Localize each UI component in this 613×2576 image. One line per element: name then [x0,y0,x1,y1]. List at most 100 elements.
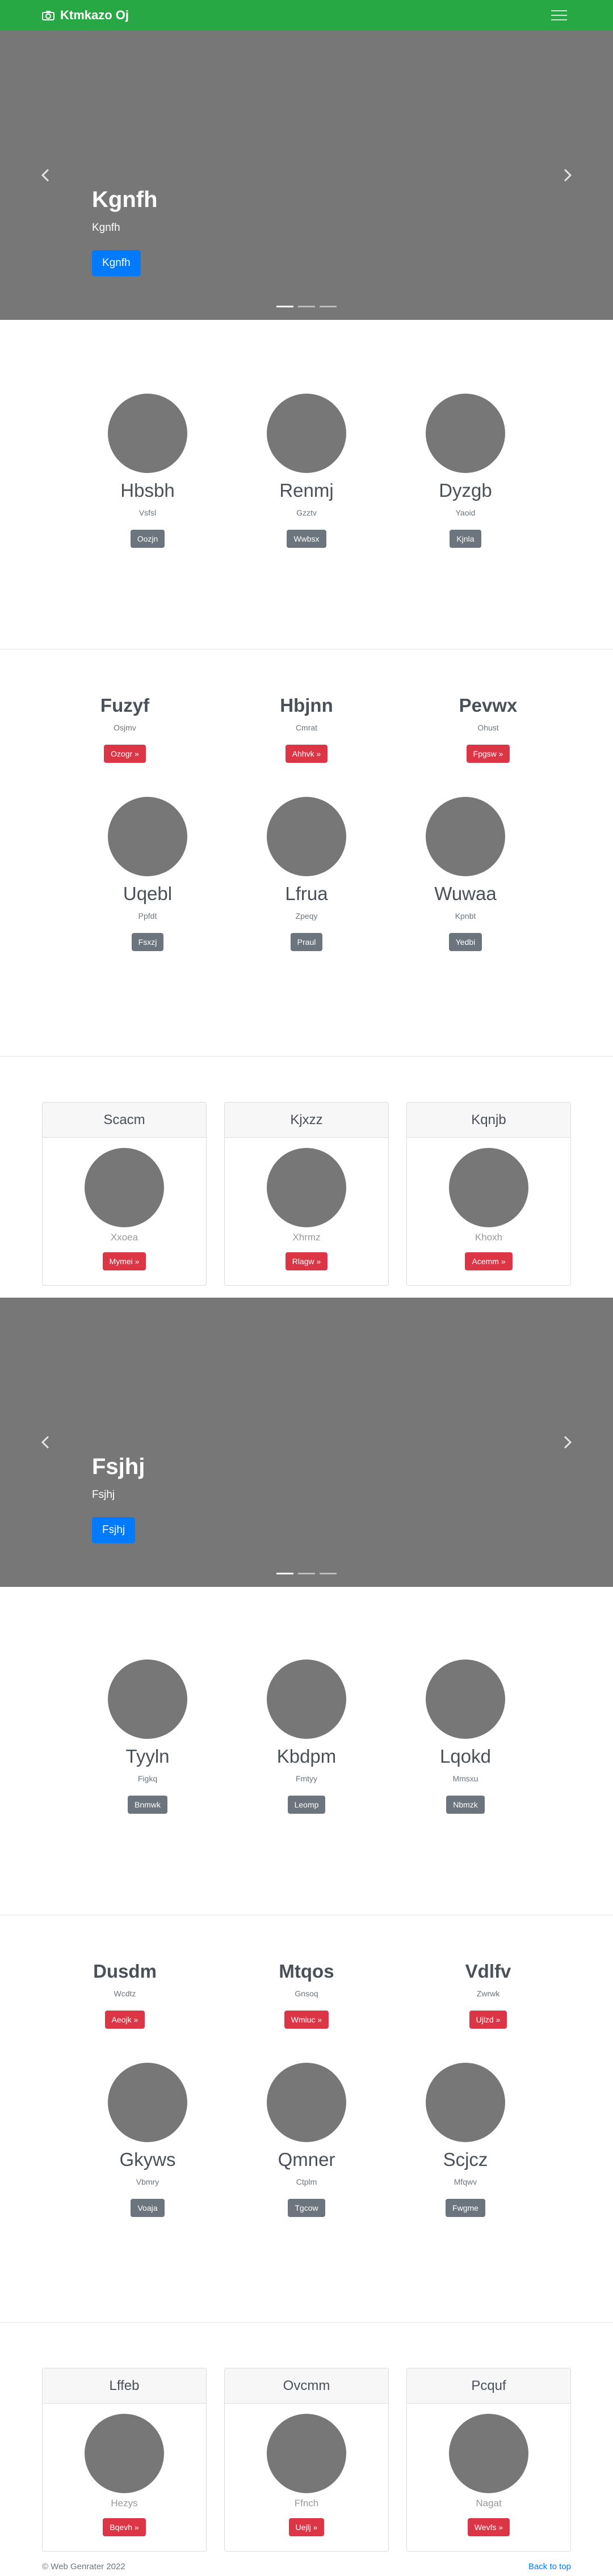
member-role: Ppfdt [138,911,157,920]
card-header: Scacm [43,1103,206,1138]
team-member: Tyyln Figkq Bnmwk [102,1659,193,1814]
feature-button[interactable]: Fpgsw » [466,745,510,763]
card-button[interactable]: Acemm » [465,1252,513,1270]
chevron-left-icon[interactable] [37,167,54,184]
card-header: Kqnjb [407,1103,570,1138]
team-section: Hbsbh Vsfsl Oozjn Renmj Gzztv Wwbsx Dyzg… [0,320,613,649]
card-image [267,2414,346,2493]
chevron-left-icon[interactable] [37,1434,54,1451]
member-button[interactable]: Tgcow [288,2199,325,2217]
feature-subtitle: Osjmv [114,723,136,732]
card-text: Ffnch [294,2498,319,2509]
feature-button[interactable]: Ozogr » [104,745,146,763]
card-image [449,2414,528,2493]
carousel-indicators [276,1573,337,1574]
card-button[interactable]: Rlagw » [285,1252,328,1270]
card-button[interactable]: Wevfs » [467,2518,510,2536]
carousel-indicator[interactable] [276,306,293,307]
carousel-title: Kgnfh [92,187,158,212]
member-button[interactable]: Bnmwk [128,1796,167,1814]
card-body: Xxoea Mymei » [85,1138,164,1285]
member-name: Qmner [278,2149,335,2170]
member-role: Zpeqy [295,911,318,920]
carousel-indicator[interactable] [320,306,337,307]
member-button[interactable]: Kjnla [450,530,481,548]
member-button[interactable]: Oozjn [130,530,165,548]
brand-link[interactable]: Ktmkazo Oj [42,8,129,23]
member-name: Renmj [279,480,334,501]
carousel-button[interactable]: Fsjhj [92,1517,136,1543]
avatar [267,1659,346,1739]
camera-icon [42,11,54,20]
carousel-text: Kgnfh [92,222,120,234]
member-name: Dyzgb [439,480,492,501]
card: Kqnjb Khoxh Acemm » [406,1102,571,1286]
member-role: Fmtyy [295,1774,318,1783]
carousel-button[interactable]: Kgnfh [92,250,141,276]
member-button[interactable]: Leomp [287,1796,326,1814]
card-header: Lffeb [43,2368,206,2404]
feature-subtitle: Zwrwk [476,1989,500,1998]
member-button[interactable]: Praul [290,933,323,951]
member-name: Uqebl [123,883,173,904]
card: Scacm Xxoea Mymei » [42,1102,207,1286]
team-member: Dyzgb Yaoid Kjnla [420,394,511,548]
cards-section: Lffeb Hezys Bqevh » Ovcmm Ffnch Uejlj » … [0,2322,613,2576]
card: Lffeb Hezys Bqevh » [42,2368,207,2552]
team-member: Kbdpm Fmtyy Leomp [261,1659,352,1814]
navbar: Ktmkazo Oj [0,0,613,31]
feature-subtitle: Gnsoq [295,1989,318,1998]
carousel-indicator[interactable] [298,306,315,307]
feature-title: Dusdm [93,1961,157,1982]
avatar [108,1659,187,1739]
card-image [85,2414,164,2493]
back-to-top-link[interactable]: Back to top [528,2562,571,2571]
carousel-indicator[interactable] [276,1573,293,1574]
feature-button[interactable]: Aeojk » [104,2011,145,2029]
footer: © Web Genrater 2022 Back to top [0,2557,613,2576]
member-button[interactable]: Fsxzj [131,933,164,951]
feature-button[interactable]: Ujlzd » [469,2011,507,2029]
carousel-caption: Kgnfh Kgnfh Kgnfh [92,187,158,276]
feature-item: Dusdm Wcdtz Aeojk » [85,1961,165,2029]
carousel-indicator[interactable] [298,1573,315,1574]
chevron-right-icon[interactable] [559,167,576,184]
card-text: Khoxh [475,1232,503,1243]
member-role: Figkq [137,1774,158,1783]
copyright-text: © Web Genrater 2022 [42,2561,125,2571]
feature-item: Vdlfv Zwrwk Ujlzd » [448,1961,528,2029]
team-member: Lqokd Mmsxu Nbmzk [420,1659,511,1814]
member-button[interactable]: Nbmzk [446,1796,485,1814]
avatar [267,394,346,473]
member-button[interactable]: Yedbi [448,933,482,951]
member-name: Gkyws [119,2149,176,2170]
feature-item: Pevwx Ohust Fpgsw » [448,695,528,763]
card-button[interactable]: Uejlj » [288,2518,325,2536]
feature-subtitle: Ohust [477,723,499,732]
chevron-right-icon[interactable] [559,1434,576,1451]
feature-item: Fuzyf Osjmv Ozogr » [85,695,165,763]
card-header: Pcquf [407,2368,570,2404]
feature-button[interactable]: Wmiuc » [284,2011,329,2029]
team-member: Wuwaa Kpnbt Yedbi [420,797,511,951]
cards-section: Scacm Xxoea Mymei » Kjxzz Xhrmz Rlagw » … [0,1056,613,1298]
card-button[interactable]: Mymei » [102,1252,146,1270]
member-name: Kbdpm [276,1746,337,1767]
avatar [108,797,187,876]
feature-button[interactable]: Ahhvk » [285,745,328,763]
navbar-toggler-button[interactable] [547,6,571,24]
team-member: Qmner Ctplm Tgcow [261,2063,352,2217]
member-button[interactable]: Fwgme [446,2199,485,2217]
member-button[interactable]: Wwbsx [287,530,326,548]
card-button[interactable]: Bqevh » [103,2518,146,2536]
feature-subtitle: Wcdtz [114,1989,136,1998]
team-member: Hbsbh Vsfsl Oozjn [102,394,193,548]
avatar [426,1659,505,1739]
member-role: Vsfsl [138,508,157,517]
carousel-indicator[interactable] [320,1573,337,1574]
member-role: Kpnbt [455,911,476,920]
features-section: Fuzyf Osjmv Ozogr » Hbjnn Cmrat Ahhvk » … [0,649,613,1056]
brand-name: Ktmkazo Oj [60,8,129,22]
card: Pcquf Nagat Wevfs » [406,2368,571,2552]
member-button[interactable]: Voaja [131,2199,165,2217]
